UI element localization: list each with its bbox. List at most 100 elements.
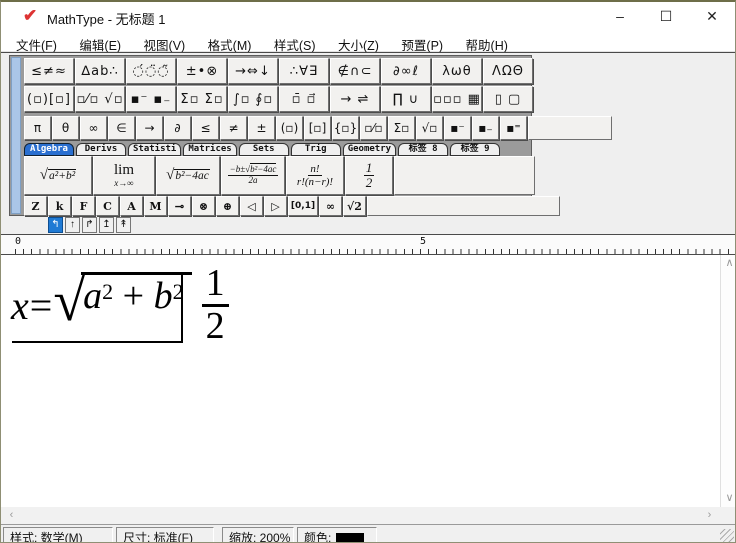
toolbar-dock-button-5[interactable]: ↟ [116, 217, 131, 233]
quick-row-filler [528, 116, 612, 140]
palette-matrix-button[interactable]: ▫▫▫ ▦ [432, 86, 482, 112]
symbol-fraktur-a-button[interactable]: A [120, 196, 143, 216]
symbol-fraktur-m-button[interactable]: M [144, 196, 167, 216]
symbol-arrow-button[interactable]: → [136, 116, 163, 140]
symbol-triangle-right-button[interactable]: ▷ [264, 196, 287, 216]
equation[interactable]: x = √ a2 + b2 1 2 [11, 264, 229, 345]
symbol-interval-button[interactable]: [0,1] [288, 196, 318, 216]
palette-product-union-button[interactable]: ∏ ∪ [381, 86, 431, 112]
template-braces-button[interactable]: {▫} [332, 116, 359, 140]
horizontal-scrollbar[interactable]: ‹ › [1, 507, 720, 524]
toolbar-dock-button-1[interactable]: ↰ [48, 217, 63, 233]
tab-geometry[interactable]: Geometry [342, 143, 397, 156]
tab-algebra[interactable]: Algebra [24, 143, 74, 156]
symbol-neq-button[interactable]: ≠ [220, 116, 247, 140]
maximize-button[interactable]: ☐ [643, 2, 689, 31]
template-quadratic-formula-button[interactable]: −b±√b²−4ac 2a [221, 156, 285, 195]
template-sqrt-a2b2-button[interactable]: √ a²+b² [24, 156, 92, 195]
exponent-a: 2 [102, 279, 114, 304]
palette-misc-symbols-button[interactable]: ∂∞ℓ [381, 58, 431, 84]
palette-boxes-button[interactable]: ▯ ▢ [483, 86, 533, 112]
status-style[interactable]: 样式: 数学(M) [3, 527, 113, 542]
insertion-underline [12, 341, 182, 343]
tab-sets[interactable]: Sets [238, 143, 289, 156]
symbol-element-of-button[interactable]: ∈ [108, 116, 135, 140]
symbol-script-c-button[interactable]: C [96, 196, 119, 216]
status-color[interactable]: 颜色: [297, 527, 377, 542]
template-fraction-button[interactable]: ▫⁄▫ [360, 116, 387, 140]
symbol-blackboard-z-button[interactable]: Z [24, 196, 47, 216]
palette-greek-lower-button[interactable]: λωθ [432, 58, 482, 84]
template-row-filler [394, 156, 535, 195]
symbol-partial-button[interactable]: ∂ [164, 116, 191, 140]
template-half-fraction-button[interactable]: 12 [345, 156, 393, 195]
palette-overbar-vector-button[interactable]: ▫̄ ▫⃗ [279, 86, 329, 112]
title-bar[interactable]: ✔ MathType - 无标题 1 – ☐ ✕ [1, 2, 735, 31]
palette-summation-button[interactable]: Σ▫ Σ▫ [177, 86, 227, 112]
template-subsup-button[interactable]: ▪⁼ [500, 116, 527, 140]
tab-custom-9[interactable]: 标签 9 [450, 143, 501, 156]
toolbar-dock-button-4[interactable]: ↥ [99, 217, 114, 233]
ruler[interactable]: 0 5 [1, 235, 735, 255]
palette-sets-button[interactable]: ∉∩⊂ [330, 58, 380, 84]
toolbar-drag-handle[interactable] [11, 57, 21, 214]
toolbar-dock-button-2[interactable]: ↑ [65, 217, 80, 233]
tab-matrices[interactable]: Matrices [183, 143, 237, 156]
palette-fraction-radical-button[interactable]: ▫⁄▫ √▫ [75, 86, 125, 112]
template-limit-button[interactable]: lim x→∞ [93, 156, 155, 195]
symbol-circled-plus-button[interactable]: ⊕ [216, 196, 239, 216]
symbol-theta-button[interactable]: θ [52, 116, 79, 140]
template-combination-button[interactable]: n! r!(n−r)! [286, 156, 344, 195]
symbol-infinity-button[interactable]: ∞ [319, 196, 342, 216]
toolbar-strip: ≤≠≈ ∆ab∴ ◌́◌̈◌̃ ±•⊗ →⇔↓ ∴∀∃ ∉∩⊂ ∂∞ℓ λωθ … [1, 52, 735, 235]
vertical-scrollbar[interactable]: ∧ ∨ [720, 255, 735, 507]
symbol-leq-button[interactable]: ≤ [192, 116, 219, 140]
palette-operators-button[interactable]: ±•⊗ [177, 58, 227, 84]
scroll-up-icon[interactable]: ∧ [721, 255, 735, 272]
palette-subscript-superscript-button[interactable]: ▪⁻ ▪₋ [126, 86, 176, 112]
resize-grip[interactable] [720, 529, 734, 542]
symbol-blackboard-k-button[interactable]: k [48, 196, 71, 216]
template-sqrt-button[interactable]: √▫ [416, 116, 443, 140]
status-zoom[interactable]: 缩放: 200% [222, 527, 294, 542]
close-button[interactable]: ✕ [689, 2, 735, 31]
numerator-text: 1 [363, 159, 375, 176]
template-discriminant-button[interactable]: √ b²−4ac [156, 156, 220, 195]
template-superscript-button[interactable]: ▪⁻ [444, 116, 471, 140]
template-brackets-button[interactable]: [▫] [304, 116, 331, 140]
palette-embellishments-button[interactable]: ◌́◌̈◌̃ [126, 58, 176, 84]
palette-labeled-arrows-button[interactable]: → ⇌ [330, 86, 380, 112]
tab-custom-8[interactable]: 标签 8 [398, 143, 449, 156]
tab-trig[interactable]: Trig [290, 143, 341, 156]
palette-logic-button[interactable]: ∴∀∃ [279, 58, 329, 84]
palette-arrows-button[interactable]: →⇔↓ [228, 58, 278, 84]
palette-greek-upper-button[interactable]: ΛΩΘ [483, 58, 533, 84]
tab-statistics[interactable]: Statisti [128, 143, 182, 156]
symbol-plusminus-button[interactable]: ± [248, 116, 275, 140]
symbol-triangle-left-button[interactable]: ◁ [240, 196, 263, 216]
equation-editing-area[interactable]: x = √ a2 + b2 1 2 [1, 255, 720, 507]
symbol-infinity-button[interactable]: ∞ [80, 116, 107, 140]
palette-relational-button[interactable]: ≤≠≈ [24, 58, 74, 84]
palette-fences-button[interactable]: (▫)[▫] [24, 86, 74, 112]
template-sum-button[interactable]: Σ▫ [388, 116, 415, 140]
template-parens-button[interactable]: (▫) [276, 116, 303, 140]
scroll-left-icon[interactable]: ‹ [3, 507, 20, 524]
status-size[interactable]: 尺寸: 标准(F) [116, 527, 214, 542]
symbol-sqrt2-button[interactable]: √2 [343, 196, 366, 216]
tab-derivs[interactable]: Derivs [76, 143, 126, 156]
scroll-down-icon[interactable]: ∨ [721, 490, 735, 507]
radicand-text: b²−4ac [250, 163, 277, 175]
palette-spaces-button[interactable]: ∆ab∴ [75, 58, 125, 84]
symbol-multimap-button[interactable]: ⊸ [168, 196, 191, 216]
scroll-right-icon[interactable]: › [701, 507, 718, 524]
symbol-blackboard-f-button[interactable]: F [72, 196, 95, 216]
template-subscript-button[interactable]: ▪₋ [472, 116, 499, 140]
symbol-circled-times-button[interactable]: ⊗ [192, 196, 215, 216]
denominator-text: 2a [248, 175, 258, 185]
palette-integral-button[interactable]: ∫▫ ∮▫ [228, 86, 278, 112]
toolbar-dock-button-3[interactable]: ↱ [82, 217, 97, 233]
minimize-button[interactable]: – [597, 2, 643, 31]
mathtype-logo-icon: ✔ [23, 6, 38, 25]
symbol-pi-button[interactable]: π [24, 116, 51, 140]
